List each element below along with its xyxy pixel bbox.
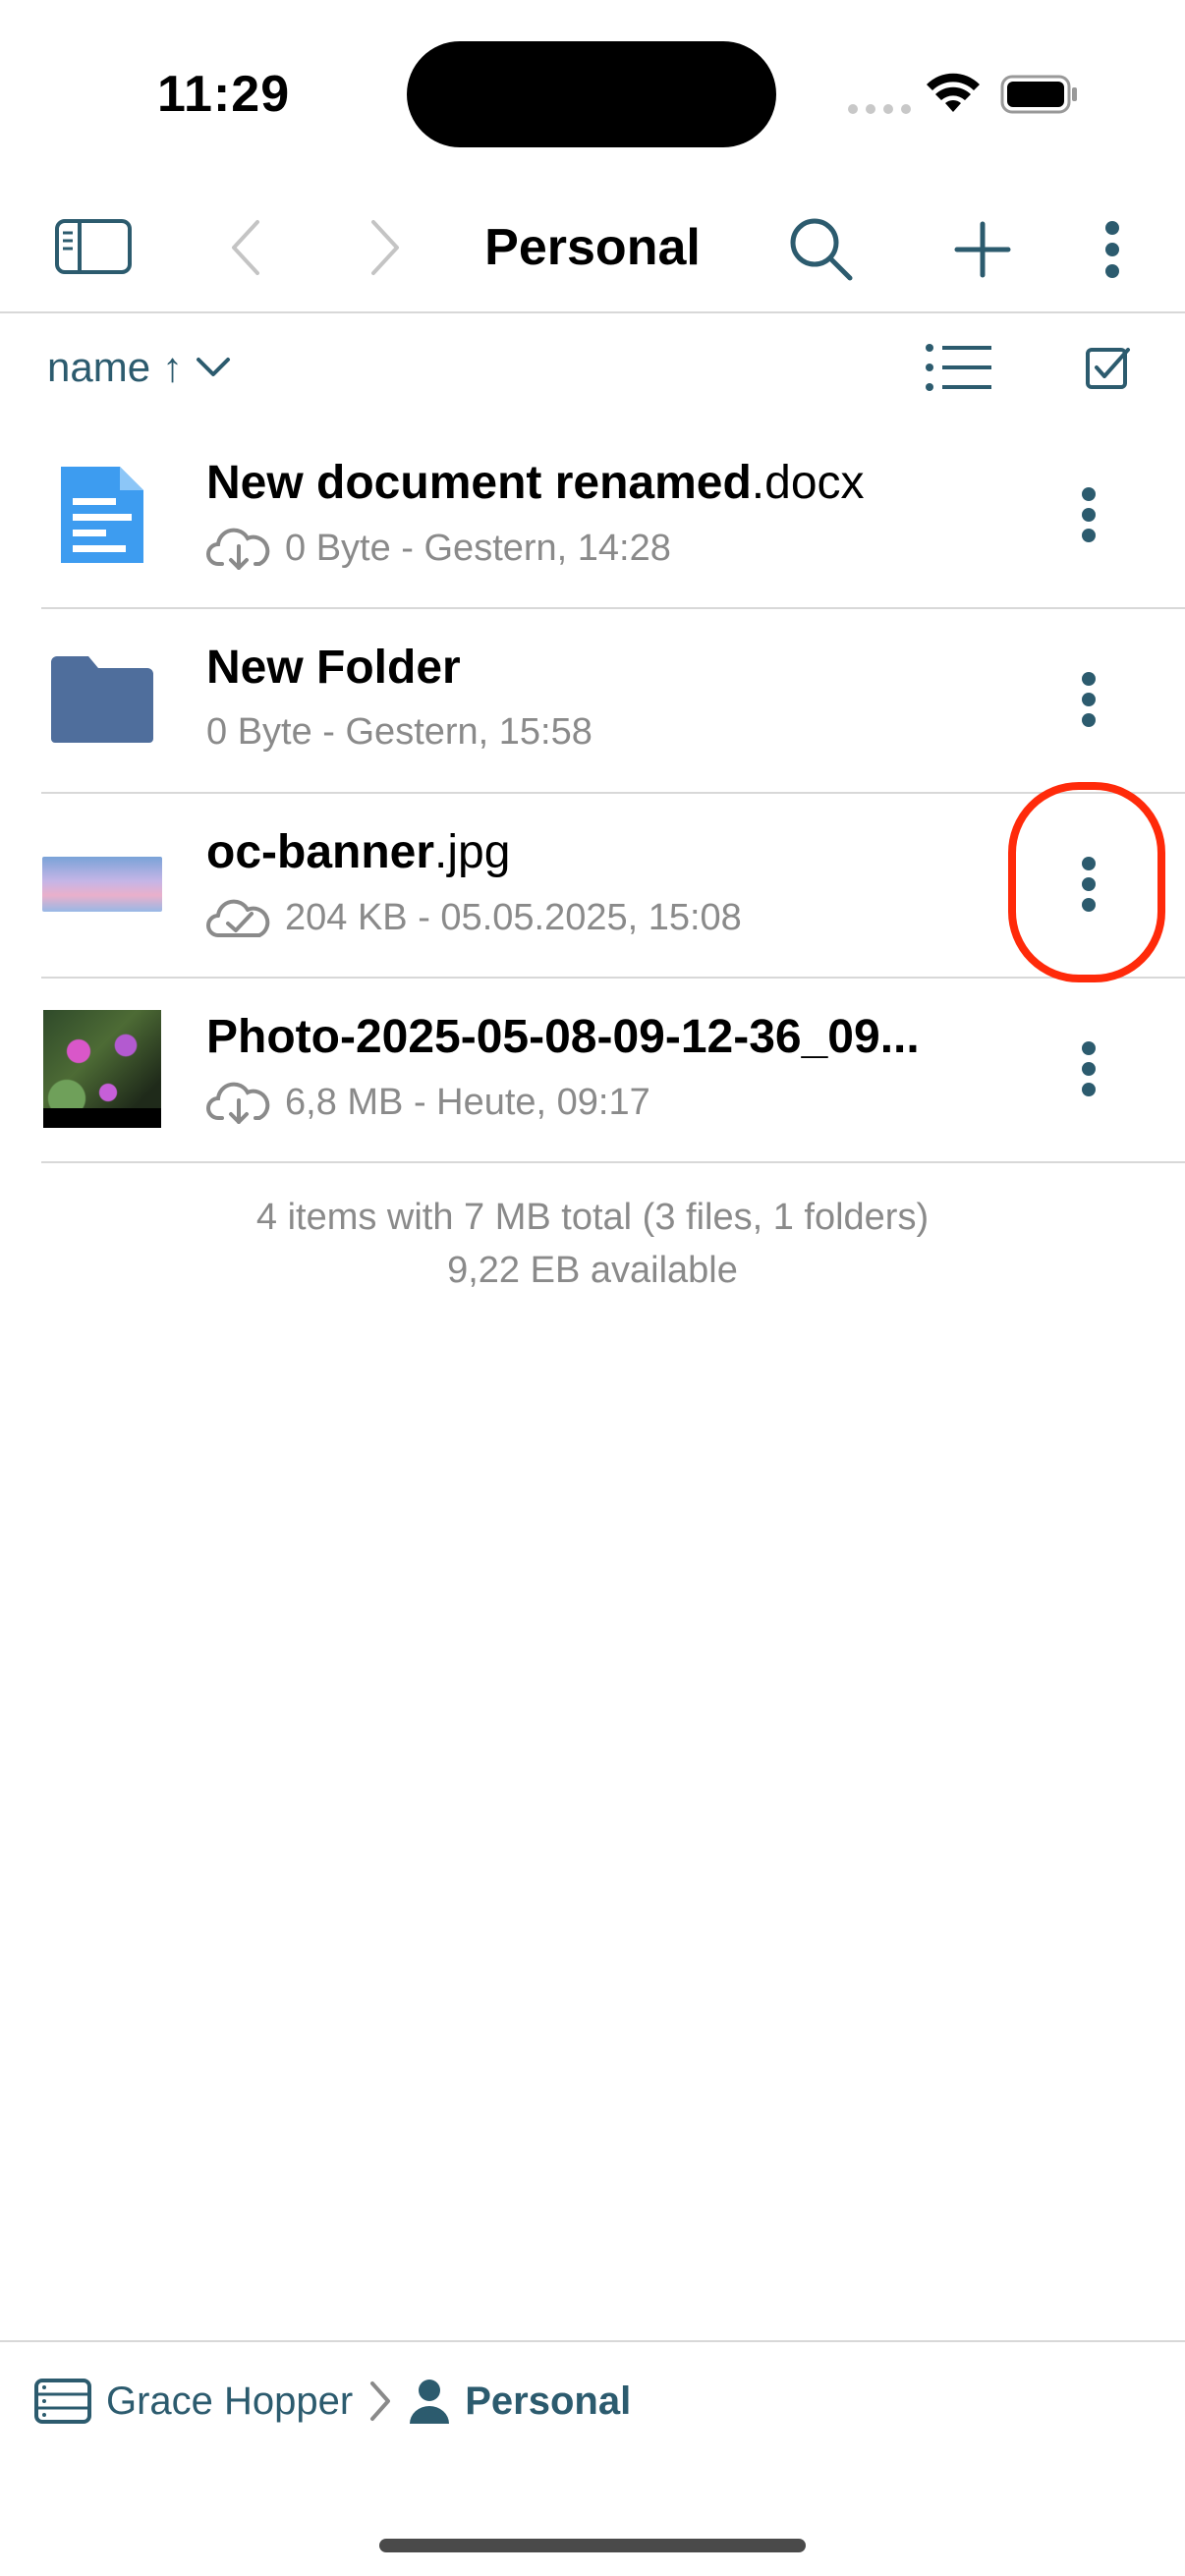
file-name: oc-banner.jpg — [206, 825, 510, 879]
breadcrumb-account[interactable]: Grace Hopper — [106, 2380, 353, 2424]
sort-label: name — [47, 344, 151, 390]
file-meta-text: 6,8 MB - Heute, 09:17 — [285, 1081, 650, 1123]
chevron-left-icon — [232, 220, 259, 275]
file-meta: 0 Byte - Gestern, 15:58 — [206, 711, 592, 754]
file-base-name: New Folder — [206, 642, 461, 694]
wifi-icon — [927, 73, 980, 112]
sidebar-icon — [55, 219, 132, 274]
summary-available: 9,22 EB available — [447, 1250, 738, 1291]
more-options-button[interactable] — [1083, 210, 1142, 289]
cellular-signal-icon — [848, 104, 911, 114]
forward-button[interactable] — [358, 210, 413, 285]
plus-icon — [954, 221, 1011, 278]
person-icon — [410, 2380, 450, 2424]
battery-icon — [1000, 75, 1077, 114]
row-more-button[interactable] — [1059, 466, 1118, 564]
row-more-button[interactable] — [1059, 650, 1118, 749]
row-divider — [41, 1161, 1185, 1163]
file-extension: .jpg — [434, 826, 511, 878]
add-button[interactable] — [943, 210, 1022, 289]
file-meta: 204 KB - 05.05.2025, 15:08 — [206, 896, 742, 939]
folder-icon — [41, 639, 163, 760]
more-vertical-icon — [1105, 221, 1119, 278]
summary-items: 4 items with 7 MB total (3 files, 1 fold… — [255, 1197, 930, 1238]
nav-divider — [0, 311, 1185, 313]
breadcrumb-current: Personal — [465, 2379, 632, 2423]
sort-control[interactable]: name ↑ — [47, 344, 232, 391]
server-icon — [34, 2379, 91, 2424]
chevron-right-icon — [371, 220, 399, 275]
file-base-name: Photo-2025-05-08-09-12-36_09... — [206, 1011, 920, 1063]
cloud-download-icon — [206, 528, 270, 570]
status-time: 11:29 — [157, 66, 291, 123]
file-base-name: oc-banner — [206, 826, 435, 878]
chevron-down-icon — [197, 358, 231, 376]
list-style-button[interactable] — [924, 338, 994, 397]
back-button[interactable] — [218, 210, 273, 285]
chevron-right-icon — [370, 2381, 391, 2421]
bottom-divider — [0, 2340, 1185, 2342]
search-icon — [790, 218, 853, 281]
file-meta-text: 204 KB - 05.05.2025, 15:08 — [285, 896, 742, 938]
document-icon — [41, 454, 163, 576]
home-indicator — [379, 2539, 806, 2552]
photo-thumbnail — [41, 1008, 163, 1130]
select-mode-button[interactable] — [1079, 338, 1138, 397]
page-title: Personal — [484, 219, 701, 276]
cloud-check-icon — [206, 899, 270, 937]
sort-direction: ↑ — [162, 344, 184, 390]
list-icon — [926, 344, 991, 391]
folder-summary: 4 items with 7 MB total (3 files, 1 fold… — [0, 1191, 1185, 1297]
highlight-annotation — [1008, 782, 1165, 982]
file-name: Photo-2025-05-08-09-12-36_09... — [206, 1010, 920, 1064]
breadcrumb: Grace Hopper Personal — [33, 2378, 631, 2425]
checkbox-icon — [1086, 348, 1130, 389]
image-thumbnail — [41, 823, 163, 945]
file-name: New Folder — [206, 641, 461, 695]
dynamic-island — [407, 41, 776, 147]
row-more-button[interactable] — [1059, 1020, 1118, 1118]
cloud-download-icon — [206, 1082, 270, 1124]
list-item[interactable]: Photo-2025-05-08-09-12-36_09... 6,8 MB -… — [0, 979, 1185, 1161]
file-meta: 0 Byte - Gestern, 14:28 — [206, 527, 671, 570]
file-meta: 6,8 MB - Heute, 09:17 — [206, 1081, 650, 1124]
more-vertical-icon — [1082, 1041, 1096, 1096]
list-item[interactable]: New Folder 0 Byte - Gestern, 15:58 — [0, 609, 1185, 792]
file-name: New document renamed.docx — [206, 456, 865, 510]
more-vertical-icon — [1082, 487, 1096, 542]
list-item[interactable]: New document renamed.docx 0 Byte - Geste… — [0, 424, 1185, 607]
file-base-name: New document renamed — [206, 457, 752, 509]
file-extension: .docx — [751, 457, 865, 509]
sidebar-toggle-button[interactable] — [49, 216, 138, 277]
file-meta-text: 0 Byte - Gestern, 15:58 — [206, 711, 592, 753]
search-button[interactable] — [782, 210, 861, 289]
file-meta-text: 0 Byte - Gestern, 14:28 — [285, 527, 671, 569]
more-vertical-icon — [1082, 672, 1096, 727]
